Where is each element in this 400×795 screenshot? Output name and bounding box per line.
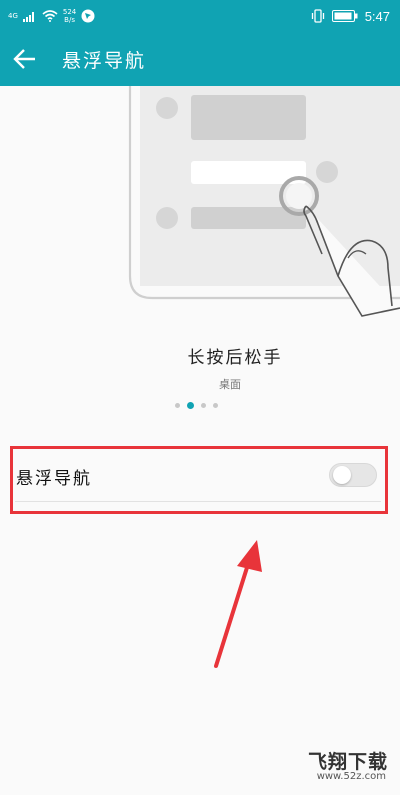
guide-title: 长按后松手 [187, 348, 283, 368]
navigation-app-icon [81, 9, 95, 23]
wifi-icon [42, 10, 58, 22]
network-speed: 524 B/s [63, 8, 76, 24]
page-dot [201, 403, 206, 408]
speed-unit: B/s [64, 16, 75, 24]
status-bar: 4G 524 B/s 5:47 [0, 0, 400, 32]
watermark-title: 飞翔下载 [307, 751, 388, 773]
highlight-box [10, 446, 388, 514]
vibrate-icon [311, 9, 324, 23]
red-arrow-annotation [214, 540, 262, 668]
arrow-left-icon [13, 49, 35, 69]
page-dot [175, 403, 180, 408]
clock: 5:47 [364, 8, 390, 24]
app-bar: 悬浮导航 [0, 32, 400, 86]
network-type: 4G [8, 12, 18, 20]
page-title: 悬浮导航 [62, 50, 147, 72]
watermark: 飞翔下载 www.52z.com [278, 747, 388, 787]
watermark-url: www.52z.com [316, 771, 386, 782]
page-dot-active [187, 402, 194, 409]
guide-illustration [0, 86, 400, 326]
battery-icon [331, 10, 358, 22]
guide-subtitle: 桌面 [219, 378, 241, 391]
speed-value: 524 [62, 8, 77, 16]
page-indicator [175, 402, 218, 409]
back-button[interactable] [10, 44, 40, 74]
signal-icon [22, 12, 34, 22]
page-dot [213, 403, 218, 408]
